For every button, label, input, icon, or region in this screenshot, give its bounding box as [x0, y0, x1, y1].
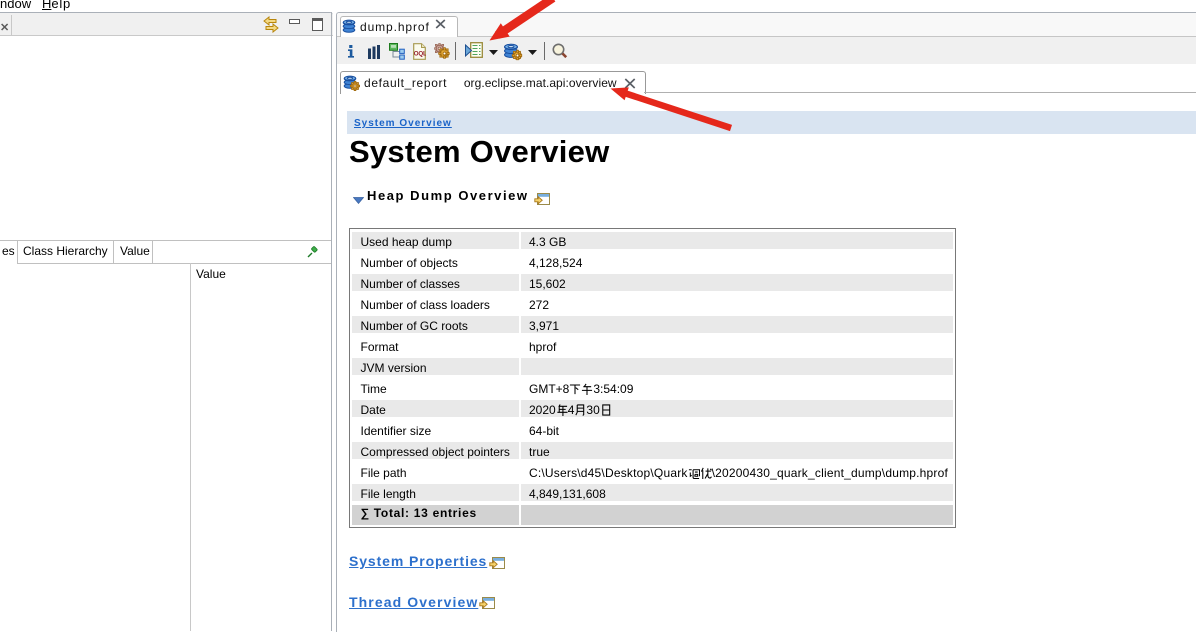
svg-text:OQL: OQL	[414, 50, 426, 57]
